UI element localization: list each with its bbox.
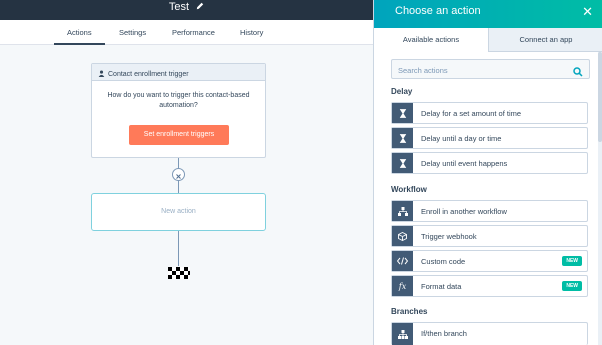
- connector-line: [178, 181, 179, 193]
- action-item-label: Delay for a set amount of time: [421, 109, 522, 118]
- action-item-label: If/then branch: [421, 329, 467, 338]
- connector-line: [178, 231, 179, 266]
- new-action-card[interactable]: New action: [91, 193, 266, 231]
- close-icon[interactable]: [172, 168, 185, 181]
- action-item-label: Delay until event happens: [421, 159, 508, 168]
- panel-header: Choose an action ✕: [374, 0, 602, 28]
- end-flag-icon: [168, 266, 190, 284]
- close-icon[interactable]: ✕: [582, 4, 593, 20]
- function-icon: fx: [392, 276, 413, 296]
- action-item-label: Delay until a day or time: [421, 134, 502, 143]
- action-item-label: Format data: [421, 282, 462, 291]
- panel-title: Choose an action: [395, 5, 481, 17]
- new-badge: NEW: [562, 281, 582, 291]
- search-input[interactable]: [392, 61, 562, 80]
- new-badge: NEW: [562, 256, 582, 266]
- code-icon: [392, 251, 413, 271]
- workflow-icon: [392, 201, 413, 221]
- choose-action-panel: Choose an action ✕ Available actions Con…: [373, 0, 602, 345]
- hourglass-icon: [392, 103, 413, 123]
- enrollment-trigger-card[interactable]: Contact enrollment trigger How do you wa…: [91, 63, 266, 158]
- action-item[interactable]: Delay for a set amount of time: [391, 102, 588, 124]
- connector-line: [178, 158, 179, 168]
- section-title-delay: Delay: [391, 87, 413, 96]
- panel-tabs: Available actions Connect an app: [374, 28, 602, 52]
- trigger-card-title: Contact enrollment trigger: [108, 70, 189, 78]
- action-item-label: Trigger webhook: [421, 232, 477, 241]
- hourglass-icon: [392, 153, 413, 173]
- trigger-card-question: How do you want to trigger this contact-…: [107, 92, 250, 109]
- branch-icon: [392, 323, 413, 345]
- panel-scrollbar[interactable]: [598, 52, 602, 345]
- set-enrollment-triggers-button[interactable]: Set enrollment triggers: [129, 125, 229, 145]
- section-title-branches: Branches: [391, 307, 428, 316]
- action-item[interactable]: If/then branch: [391, 322, 588, 345]
- action-item-label: Enroll in another workflow: [421, 207, 507, 216]
- action-item[interactable]: Delay until event happens: [391, 152, 588, 174]
- tab-available-actions[interactable]: Available actions: [374, 28, 489, 52]
- action-item[interactable]: Custom code NEW: [391, 250, 588, 272]
- trigger-card-header: Contact enrollment trigger: [92, 64, 265, 81]
- workflow-canvas[interactable]: [0, 0, 373, 345]
- hourglass-icon: [392, 128, 413, 148]
- tab-connect-an-app[interactable]: Connect an app: [489, 28, 602, 52]
- scrollbar-thumb[interactable]: [598, 52, 602, 142]
- search-box: [391, 59, 590, 82]
- action-item[interactable]: Trigger webhook: [391, 225, 588, 247]
- action-item-label: Custom code: [421, 257, 466, 266]
- action-item[interactable]: fx Format data NEW: [391, 275, 588, 297]
- search-icon[interactable]: [573, 64, 583, 82]
- webhook-icon: [392, 226, 413, 246]
- section-title-workflow: Workflow: [391, 185, 427, 194]
- action-item[interactable]: Enroll in another workflow: [391, 200, 588, 222]
- action-item[interactable]: Delay until a day or time: [391, 127, 588, 149]
- person-icon: [98, 70, 105, 79]
